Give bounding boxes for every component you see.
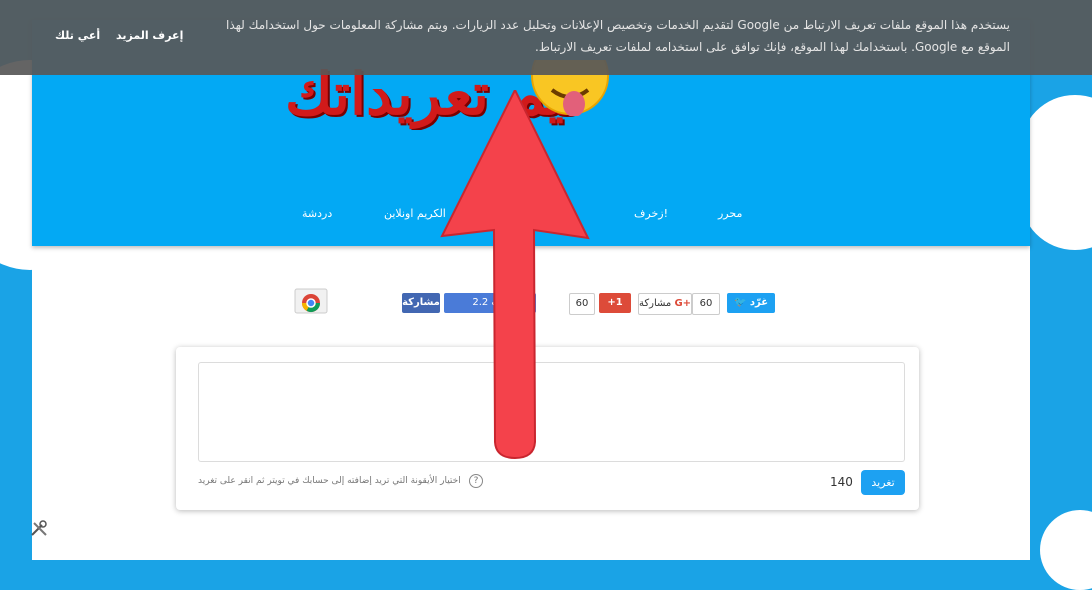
help-icon[interactable]: ? <box>469 474 483 488</box>
gplus-one-button[interactable]: +1 <box>599 293 631 313</box>
tweet-submit-button[interactable]: تغريد <box>861 470 905 495</box>
char-counter: 140 <box>830 475 853 489</box>
tools-icon[interactable] <box>30 519 48 537</box>
chrome-extension-icon[interactable] <box>294 287 328 315</box>
background-cloud-bottom <box>1040 510 1092 590</box>
gplus-icon: G+ <box>674 298 692 309</box>
background-cloud-right <box>1020 95 1092 250</box>
nav-editor[interactable]: محرر <box>718 207 742 220</box>
learn-more-link[interactable]: إعرف المزيد <box>116 29 183 42</box>
red-arrow-annotation <box>440 90 590 460</box>
twitter-bird-icon: 🐦 <box>733 297 747 308</box>
nav-chat[interactable]: دردشة <box>302 207 332 220</box>
nav-decorate[interactable]: زخرف! <box>634 207 668 220</box>
gplus-share-button[interactable]: مشاركة G+ <box>638 293 692 315</box>
cookie-message: يستخدم هذا الموقع ملفات تعريف الارتباط م… <box>226 18 1010 54</box>
tweet-share-button[interactable]: 🐦 غرّد <box>727 293 775 313</box>
gplus-share-label: مشاركة <box>639 298 672 309</box>
gplus-one-label: +1 <box>607 297 623 308</box>
tweet-count: 60 <box>692 293 720 315</box>
composer-hint: اختيار الأيقونة التي تريد إضافته إلى حسا… <box>198 476 461 486</box>
cookie-consent-bar: يستخدم هذا الموقع ملفات تعريف الارتباط م… <box>0 0 1092 75</box>
got-it-button[interactable]: أعي تلك <box>55 29 100 42</box>
tweet-label: غرّد <box>749 297 769 308</box>
